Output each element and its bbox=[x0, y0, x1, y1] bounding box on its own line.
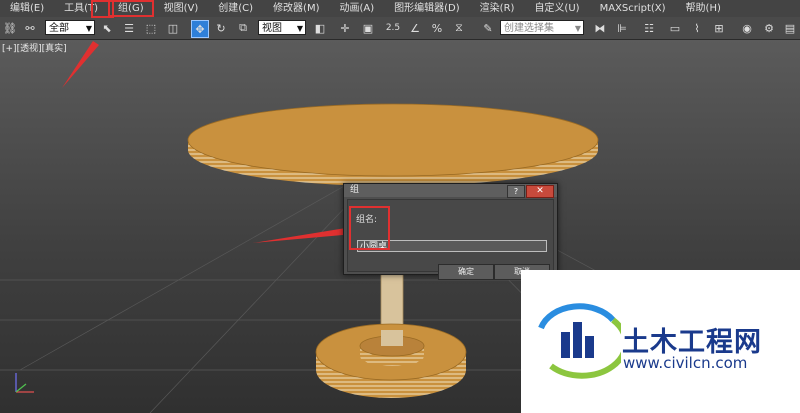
percent-snap-icon[interactable]: % bbox=[429, 20, 445, 36]
menu-rendering[interactable]: 渲染(R) bbox=[470, 0, 525, 17]
layer-manager-icon[interactable]: ☷ bbox=[641, 20, 657, 36]
menu-help[interactable]: 帮助(H) bbox=[676, 0, 731, 17]
mirror-icon[interactable]: ⧓ bbox=[592, 20, 608, 36]
material-editor-icon[interactable]: ◉ bbox=[739, 20, 755, 36]
select-rotate-icon[interactable]: ↻ bbox=[213, 20, 229, 36]
rect-selection-icon[interactable]: ⬚ bbox=[143, 20, 159, 36]
chevron-down-icon: ▼ bbox=[296, 24, 303, 33]
menu-customize[interactable]: 自定义(U) bbox=[524, 0, 589, 17]
unlink-icon[interactable]: ⚯ bbox=[22, 20, 38, 36]
selection-filter-value: 全部 bbox=[49, 23, 69, 34]
menu-maxscript[interactable]: MAXScript(X) bbox=[590, 0, 676, 17]
menu-view[interactable]: 视图(V) bbox=[154, 0, 209, 17]
manipulate-icon[interactable]: ✛ bbox=[337, 20, 353, 36]
menu-edit[interactable]: 编辑(E) bbox=[0, 0, 54, 17]
chevron-down-icon: ▼ bbox=[85, 24, 92, 33]
axis-tripod-icon bbox=[15, 373, 34, 393]
pivot-center-icon[interactable]: ◧ bbox=[312, 20, 328, 36]
watermark-url: www.civilcn.com bbox=[623, 354, 748, 372]
align-icon[interactable]: ⊫ bbox=[614, 20, 630, 36]
chevron-down-icon: ▼ bbox=[574, 24, 581, 33]
menu-graph-editors[interactable]: 图形编辑器(D) bbox=[384, 0, 470, 17]
dialog-titlebar: 组 ? ✕ bbox=[344, 184, 557, 198]
main-toolbar: ⛓ ⚯ 全部 ▼ ⬉ ☰ ⬚ ◫ ✥ ↻ ⧉ 视图 ▼ ◧ ✛ ▣ 2.5 ∠ % … bbox=[0, 17, 800, 40]
link-icon[interactable]: ⛓ bbox=[2, 20, 18, 36]
select-scale-icon[interactable]: ⧉ bbox=[235, 20, 251, 36]
render-frame-icon[interactable]: ▤ bbox=[782, 20, 798, 36]
named-selection-placeholder: 创建选择集 bbox=[504, 23, 554, 34]
select-move-icon[interactable]: ✥ bbox=[191, 20, 209, 38]
close-button[interactable]: ✕ bbox=[526, 185, 554, 198]
select-object-icon[interactable]: ⬉ bbox=[99, 20, 115, 36]
named-selection-dropdown[interactable]: 创建选择集 ▼ bbox=[500, 20, 584, 35]
table-top[interactable] bbox=[187, 103, 599, 186]
render-setup-icon[interactable]: ⚙ bbox=[761, 20, 777, 36]
menu-animation[interactable]: 动画(A) bbox=[330, 0, 385, 17]
menu-bar: 编辑(E) 工具(T) 组(G) 视图(V) 创建(C) 修改器(M) 动画(A… bbox=[0, 0, 800, 18]
angle-snap-icon[interactable]: ∠ bbox=[407, 20, 423, 36]
window-crossing-icon[interactable]: ◫ bbox=[165, 20, 181, 36]
ribbon-icon[interactable]: ▭ bbox=[667, 20, 683, 36]
edit-named-selection-icon[interactable]: ✎ bbox=[480, 20, 496, 36]
selection-filter-dropdown[interactable]: 全部 ▼ bbox=[45, 20, 95, 35]
curve-editor-icon[interactable]: ⌇ bbox=[689, 20, 705, 36]
spinner-snap-icon[interactable]: ⧖ bbox=[451, 20, 467, 36]
menu-create[interactable]: 创建(C) bbox=[208, 0, 263, 17]
annotation-box-group-menu bbox=[91, 0, 114, 18]
annotation-box-group-name bbox=[349, 206, 390, 250]
logo-emblem-icon bbox=[538, 303, 621, 379]
ok-button[interactable]: 确定 bbox=[438, 264, 494, 280]
reference-coord-dropdown[interactable]: 视图 ▼ bbox=[258, 20, 306, 35]
keyboard-shortcut-icon[interactable]: ▣ bbox=[360, 20, 376, 36]
menu-modifiers[interactable]: 修改器(M) bbox=[263, 0, 329, 17]
schematic-view-icon[interactable]: ⊞ bbox=[711, 20, 727, 36]
snap-angle-icon[interactable]: 2.5 bbox=[383, 20, 403, 36]
watermark-logo: 土木工程网 www.civilcn.com bbox=[521, 270, 800, 413]
dialog-title: 组 bbox=[350, 185, 360, 195]
select-by-name-icon[interactable]: ☰ bbox=[121, 20, 137, 36]
menu-group[interactable]: 组(G) bbox=[108, 0, 154, 17]
viewport-label[interactable]: [+][透视][真实] bbox=[2, 41, 67, 54]
table-base[interactable] bbox=[315, 323, 467, 398]
help-button[interactable]: ? bbox=[507, 185, 525, 198]
reference-coord-value: 视图 bbox=[262, 23, 282, 34]
